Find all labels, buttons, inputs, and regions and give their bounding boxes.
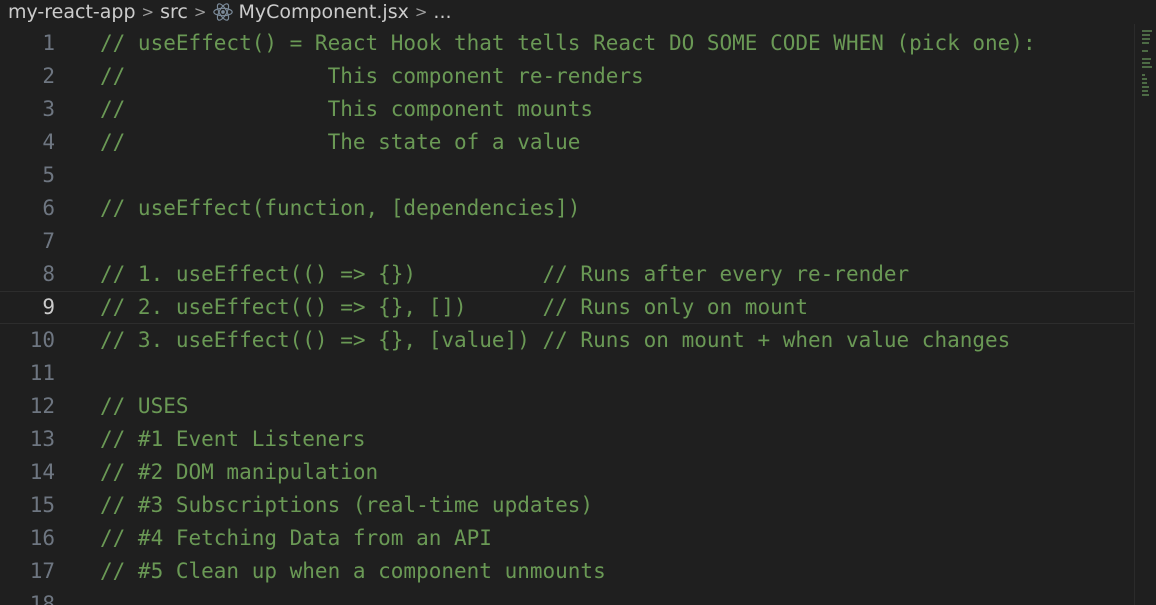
line-number: 7 bbox=[42, 229, 55, 253]
breadcrumb-item-file[interactable]: MyComponent.jsx bbox=[212, 1, 409, 23]
line-number: 17 bbox=[29, 559, 55, 583]
code-text[interactable]: // 2. useEffect(() => {}, []) // Runs on… bbox=[100, 292, 808, 323]
code-text[interactable]: // 1. useEffect(() => {}) // Runs after … bbox=[100, 258, 909, 291]
breadcrumb-item-project[interactable]: my-react-app bbox=[8, 1, 136, 23]
code-line[interactable]: 5 bbox=[0, 159, 1135, 192]
line-number: 6 bbox=[42, 196, 55, 220]
line-number: 2 bbox=[42, 64, 55, 88]
code-line[interactable]: 13 // #1 Event Listeners bbox=[0, 423, 1135, 456]
file-name: MyComponent.jsx bbox=[238, 1, 409, 23]
line-number: 13 bbox=[29, 427, 55, 451]
code-text[interactable]: // #3 Subscriptions (real-time updates) bbox=[100, 489, 593, 522]
line-number: 16 bbox=[29, 526, 55, 550]
minimap[interactable] bbox=[1142, 30, 1152, 98]
code-line[interactable]: 10 // 3. useEffect(() => {}, [value]) // … bbox=[0, 324, 1135, 357]
code-line[interactable]: 14 // #2 DOM manipulation bbox=[0, 456, 1135, 489]
chevron-right-icon: > bbox=[141, 3, 155, 21]
code-editor[interactable]: 1 // useEffect() = React Hook that tells … bbox=[0, 27, 1135, 605]
line-number: 18 bbox=[29, 592, 55, 605]
line-number: 12 bbox=[29, 394, 55, 418]
chevron-right-icon: > bbox=[193, 3, 207, 21]
code-text[interactable]: // USES bbox=[100, 390, 189, 423]
code-text[interactable]: // The state of a value bbox=[100, 126, 580, 159]
line-number: 1 bbox=[42, 31, 55, 55]
editor-scrollbar[interactable] bbox=[1134, 24, 1156, 605]
code-line[interactable]: 8 // 1. useEffect(() => {}) // Runs after… bbox=[0, 258, 1135, 291]
code-line[interactable]: 6 // useEffect(function, [dependencies]) bbox=[0, 192, 1135, 225]
code-line[interactable]: 3 // This component mounts bbox=[0, 93, 1135, 126]
code-line[interactable]: 1 // useEffect() = React Hook that tells … bbox=[0, 27, 1135, 60]
code-line[interactable]: 15 // #3 Subscriptions (real-time updates… bbox=[0, 489, 1135, 522]
line-number: 9 bbox=[42, 295, 55, 319]
chevron-right-icon: > bbox=[414, 3, 428, 21]
line-number: 5 bbox=[42, 163, 55, 187]
line-number: 14 bbox=[29, 460, 55, 484]
code-line[interactable]: 17 // #5 Clean up when a component unmoun… bbox=[0, 555, 1135, 588]
line-number: 3 bbox=[42, 97, 55, 121]
code-text[interactable]: // useEffect(function, [dependencies]) bbox=[100, 192, 580, 225]
line-number: 15 bbox=[29, 493, 55, 517]
code-text[interactable]: // useEffect() = React Hook that tells R… bbox=[100, 27, 1036, 60]
code-line[interactable]: 11 bbox=[0, 357, 1135, 390]
breadcrumb-item-folder[interactable]: src bbox=[160, 1, 188, 23]
code-text[interactable]: // This component re-renders bbox=[100, 60, 644, 93]
code-line[interactable]: 18 bbox=[0, 588, 1135, 605]
breadcrumb-item-symbols[interactable]: ... bbox=[433, 1, 451, 23]
code-line[interactable]: 16 // #4 Fetching Data from an API bbox=[0, 522, 1135, 555]
line-number: 4 bbox=[42, 130, 55, 154]
code-line[interactable]: 9 // 2. useEffect(() => {}, []) // Runs o… bbox=[0, 291, 1135, 324]
code-line[interactable]: 7 bbox=[0, 225, 1135, 258]
code-text[interactable]: // 3. useEffect(() => {}, [value]) // Ru… bbox=[100, 324, 1010, 357]
breadcrumb: my-react-app > src > MyComponent.jsx > .… bbox=[0, 0, 1156, 24]
code-line[interactable]: 12 // USES bbox=[0, 390, 1135, 423]
code-text[interactable]: // #5 Clean up when a component unmounts bbox=[100, 555, 606, 588]
code-text[interactable]: // This component mounts bbox=[100, 93, 593, 126]
code-line[interactable]: 4 // The state of a value bbox=[0, 126, 1135, 159]
code-text[interactable]: // #1 Event Listeners bbox=[100, 423, 366, 456]
code-text[interactable]: // #4 Fetching Data from an API bbox=[100, 522, 492, 555]
code-line[interactable]: 2 // This component re-renders bbox=[0, 60, 1135, 93]
line-number: 10 bbox=[29, 328, 55, 352]
code-text[interactable]: // #2 DOM manipulation bbox=[100, 456, 378, 489]
line-number: 8 bbox=[42, 262, 55, 286]
line-number: 11 bbox=[29, 361, 55, 385]
react-icon bbox=[213, 3, 234, 21]
